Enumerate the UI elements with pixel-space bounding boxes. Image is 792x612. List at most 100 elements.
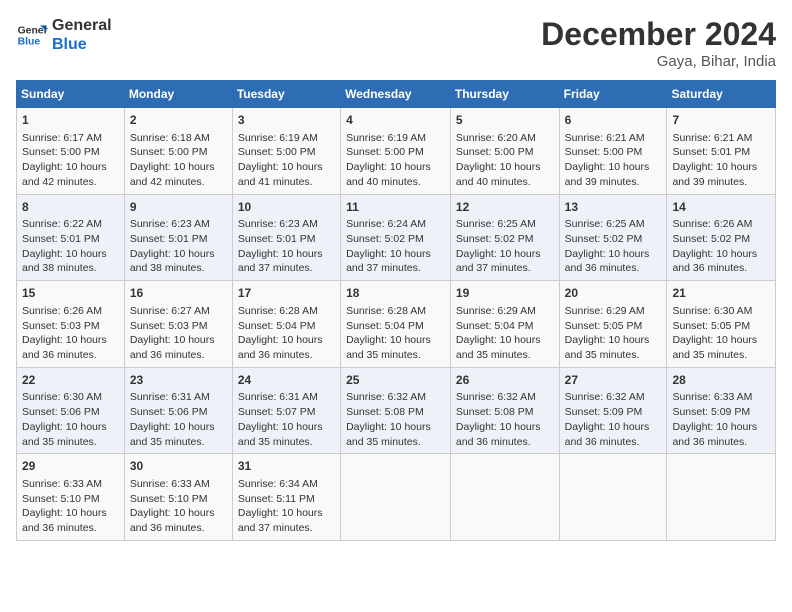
daylight: Daylight: 10 hours and 35 minutes. (238, 421, 323, 448)
day-cell-29: 29Sunrise: 6:33 AMSunset: 5:10 PMDayligh… (17, 454, 125, 541)
daylight: Daylight: 10 hours and 35 minutes. (346, 334, 431, 361)
sunset: Sunset: 5:00 PM (565, 146, 643, 158)
day-cell-6: 6Sunrise: 6:21 AMSunset: 5:00 PMDaylight… (559, 108, 667, 195)
sunrise: Sunrise: 6:20 AM (456, 132, 536, 144)
sunset: Sunset: 5:00 PM (346, 146, 424, 158)
day-cell-9: 9Sunrise: 6:23 AMSunset: 5:01 PMDaylight… (124, 194, 232, 281)
sunrise: Sunrise: 6:23 AM (238, 218, 318, 230)
daylight: Daylight: 10 hours and 36 minutes. (456, 421, 541, 448)
daylight: Daylight: 10 hours and 36 minutes. (565, 421, 650, 448)
daylight: Daylight: 10 hours and 36 minutes. (22, 507, 107, 534)
day-number: 5 (456, 112, 554, 129)
daylight: Daylight: 10 hours and 35 minutes. (130, 421, 215, 448)
sunset: Sunset: 5:04 PM (346, 320, 424, 332)
sunrise: Sunrise: 6:21 AM (672, 132, 752, 144)
day-number: 19 (456, 285, 554, 302)
daylight: Daylight: 10 hours and 40 minutes. (456, 161, 541, 188)
svg-text:Blue: Blue (18, 37, 41, 48)
daylight: Daylight: 10 hours and 36 minutes. (238, 334, 323, 361)
day-number: 21 (672, 285, 770, 302)
day-cell-16: 16Sunrise: 6:27 AMSunset: 5:03 PMDayligh… (124, 281, 232, 368)
daylight: Daylight: 10 hours and 35 minutes. (22, 421, 107, 448)
sunset: Sunset: 5:00 PM (238, 146, 316, 158)
col-header-wednesday: Wednesday (341, 81, 451, 108)
sunset: Sunset: 5:05 PM (565, 320, 643, 332)
day-cell-19: 19Sunrise: 6:29 AMSunset: 5:04 PMDayligh… (450, 281, 559, 368)
daylight: Daylight: 10 hours and 38 minutes. (22, 248, 107, 275)
day-cell-22: 22Sunrise: 6:30 AMSunset: 5:06 PMDayligh… (17, 367, 125, 454)
sunset: Sunset: 5:11 PM (238, 493, 315, 505)
daylight: Daylight: 10 hours and 35 minutes. (456, 334, 541, 361)
day-number: 23 (130, 372, 227, 389)
week-row-4: 22Sunrise: 6:30 AMSunset: 5:06 PMDayligh… (17, 367, 776, 454)
sunrise: Sunrise: 6:33 AM (22, 478, 102, 490)
day-number: 20 (565, 285, 662, 302)
day-number: 18 (346, 285, 445, 302)
day-cell-20: 20 Sunrise: 6:29 AM Sunset: 5:05 PM Dayligh… (559, 281, 667, 368)
col-header-sunday: Sunday (17, 81, 125, 108)
daylight: Daylight: 10 hours and 40 minutes. (346, 161, 431, 188)
week-row-2: 8 Sunrise: 6:22 AM Sunset: 5:01 PM Daylight… (17, 194, 776, 281)
week-row-5: 29 Sunrise: 6:33 AM Sunset: 5:10 PM Dayligh… (17, 454, 776, 541)
logo-blue: Blue (52, 35, 112, 54)
sunset: Sunset: 5:02 PM (456, 233, 534, 245)
sunset: Sunset: 5:03 PM (22, 320, 100, 332)
day-number: 9 (130, 199, 227, 216)
sunrise: Sunrise: 6:33 AM (672, 391, 752, 403)
day-cell-18: 18 Sunrise: 6:28 AM Sunset: 5:04 PM Dayligh… (341, 281, 451, 368)
col-header-friday: Friday (559, 81, 667, 108)
logo-general: General (52, 16, 112, 35)
day-number: 31 (238, 458, 335, 475)
col-header-tuesday: Tuesday (232, 81, 340, 108)
sunrise: Sunrise: 6:32 AM (565, 391, 645, 403)
day-cell-24: 24Sunrise: 6:31 AMSunset: 5:07 PMDayligh… (232, 367, 340, 454)
sunset: Sunset: 5:01 PM (238, 233, 316, 245)
sunrise: Sunrise: 6:31 AM (238, 391, 318, 403)
day-number: 15 (22, 285, 119, 302)
day-number: 16 (130, 285, 227, 302)
month-title: December 2024 (541, 16, 776, 53)
daylight: Daylight: 10 hours and 37 minutes. (238, 248, 323, 275)
daylight: Daylight: 10 hours and 36 minutes. (22, 334, 107, 361)
title-section: December 2024 Gaya, Bihar, India (541, 16, 776, 70)
daylight: Daylight: 10 hours and 35 minutes. (672, 334, 757, 361)
sunrise: Sunrise: 6:17 AM (22, 132, 102, 144)
day-cell-23: 23Sunrise: 6:31 AMSunset: 5:06 PMDayligh… (124, 367, 232, 454)
day-cell-7: 7Sunrise: 6:21 AMSunset: 5:01 PMDaylight… (667, 108, 776, 195)
sunrise: Sunrise: 6:33 AM (130, 478, 210, 490)
day-number: 24 (238, 372, 335, 389)
sunset: Sunset: 5:10 PM (130, 493, 208, 505)
daylight: Daylight: 10 hours and 39 minutes. (672, 161, 757, 188)
day-cell-14: 14Sunrise: 6:26 AMSunset: 5:02 PMDayligh… (667, 194, 776, 281)
daylight: Daylight: 10 hours and 37 minutes. (346, 248, 431, 275)
sunrise: Sunrise: 6:28 AM (346, 305, 426, 317)
daylight: Daylight: 10 hours and 36 minutes. (672, 248, 757, 275)
sunrise: Sunrise: 6:25 AM (456, 218, 536, 230)
day-cell-3: 3Sunrise: 6:19 AMSunset: 5:00 PMDaylight… (232, 108, 340, 195)
day-number: 8 (22, 199, 119, 216)
sunset: Sunset: 5:01 PM (22, 233, 100, 245)
day-number: 2 (130, 112, 227, 129)
day-number: 29 (22, 458, 119, 475)
sunrise: Sunrise: 6:25 AM (565, 218, 645, 230)
day-number: 6 (565, 112, 662, 129)
day-number: 7 (672, 112, 770, 129)
sunrise: Sunrise: 6:23 AM (130, 218, 210, 230)
daylight: Daylight: 10 hours and 36 minutes. (565, 248, 650, 275)
sunrise: Sunrise: 6:22 AM (22, 218, 102, 230)
daylight: Daylight: 10 hours and 38 minutes. (130, 248, 215, 275)
daylight: Daylight: 10 hours and 37 minutes. (238, 507, 323, 534)
daylight: Daylight: 10 hours and 35 minutes. (565, 334, 650, 361)
day-cell-30: 30Sunrise: 6:33 AMSunset: 5:10 PMDayligh… (124, 454, 232, 541)
sunrise: Sunrise: 6:32 AM (456, 391, 536, 403)
daylight: Daylight: 10 hours and 42 minutes. (130, 161, 215, 188)
day-number: 12 (456, 199, 554, 216)
day-number: 11 (346, 199, 445, 216)
day-cell-25: 25Sunrise: 6:32 AMSunset: 5:08 PMDayligh… (341, 367, 451, 454)
day-cell-31: 31Sunrise: 6:34 AMSunset: 5:11 PMDayligh… (232, 454, 340, 541)
sunrise: Sunrise: 6:29 AM (565, 305, 645, 317)
sunset: Sunset: 5:05 PM (672, 320, 750, 332)
sunset: Sunset: 5:02 PM (672, 233, 750, 245)
daylight: Daylight: 10 hours and 36 minutes. (130, 507, 215, 534)
sunrise: Sunrise: 6:32 AM (346, 391, 426, 403)
